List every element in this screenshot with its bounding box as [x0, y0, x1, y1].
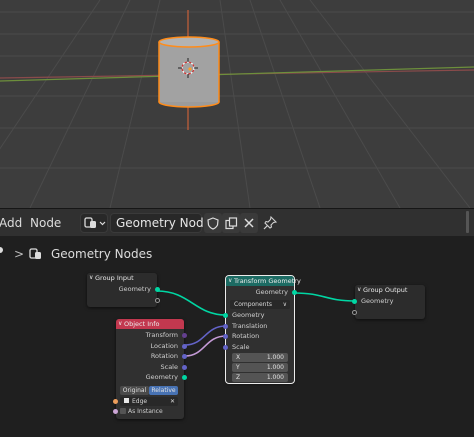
output-location: Location	[150, 341, 179, 350]
socket-rotation-output[interactable]	[182, 354, 187, 359]
header-scroll-edge	[466, 211, 469, 233]
collapse-chevron-icon[interactable]: ∨	[118, 319, 122, 329]
3d-viewport[interactable]	[0, 0, 474, 208]
socket-as-instance-input[interactable]	[113, 409, 118, 414]
input-geometry: Geometry	[361, 297, 394, 305]
collapse-chevron-icon[interactable]: ∨	[89, 273, 93, 283]
object-info-node[interactable]: ∨ Object Info Transform Location Rotatio…	[113, 319, 187, 419]
axis-value: 1.000	[266, 374, 284, 381]
output-geometry: Geometry	[145, 373, 178, 381]
collapse-chevron-icon[interactable]: ∨	[228, 276, 232, 286]
node-title-text: Transform Geometry	[234, 277, 301, 285]
output-geometry: Geometry	[255, 288, 288, 296]
scale-z-field[interactable]: Z 1.000	[232, 373, 288, 382]
node-title-text: Group Input	[95, 274, 134, 282]
socket-geometry-input[interactable]	[352, 299, 357, 304]
cylinder-object	[158, 36, 220, 108]
viewport-grid	[0, 0, 474, 208]
output-scale: Scale	[160, 362, 179, 371]
socket-geometry-output[interactable]	[182, 375, 187, 380]
node-editor-header: Add Node Geometry Nodes	[0, 208, 474, 236]
output-geometry: Geometry	[118, 285, 151, 293]
socket-scale-output[interactable]	[182, 364, 187, 370]
axis-value: 1.000	[266, 354, 284, 361]
viewport-scene	[0, 0, 474, 208]
link-rotation-rotation	[184, 335, 227, 357]
copy-icon	[224, 216, 237, 229]
axis-label: X	[236, 354, 241, 361]
node-menu[interactable]: Node	[30, 216, 61, 230]
output-transform: Transform	[145, 331, 178, 339]
editor-type-selector[interactable]	[80, 213, 108, 233]
add-menu[interactable]: Add	[0, 216, 22, 230]
link-group-input-geometry	[156, 290, 227, 316]
mode-original-button[interactable]: Original	[120, 386, 149, 395]
fake-user-button[interactable]	[204, 213, 222, 233]
link-location-translation	[184, 325, 227, 346]
input-translation: Translation	[232, 321, 268, 330]
axis-label: Y	[236, 364, 240, 371]
socket-location-output[interactable]	[182, 343, 187, 349]
collapse-chevron-icon[interactable]: ∨	[357, 285, 361, 295]
node-editor-icon	[84, 217, 106, 228]
socket-extend-input[interactable]	[352, 310, 357, 315]
socket-scale-input[interactable]	[223, 344, 228, 350]
socket-object-input[interactable]	[113, 399, 118, 404]
socket-transform-output[interactable]	[182, 333, 187, 338]
input-geometry: Geometry	[232, 311, 265, 319]
object-selector[interactable]: Edge ✕	[120, 397, 178, 406]
socket-geometry-input[interactable]	[223, 313, 228, 318]
link-transform-output	[293, 292, 356, 302]
unlink-button[interactable]	[240, 213, 258, 233]
axis-label: Z	[236, 374, 241, 381]
pin-icon	[263, 215, 278, 230]
socket-extend-output[interactable]	[155, 298, 160, 303]
object-value: Edge	[132, 398, 148, 405]
output-rotation: Rotation	[150, 352, 178, 360]
socket-geometry-output[interactable]	[292, 290, 297, 295]
input-scale: Scale	[232, 342, 250, 351]
clear-icon[interactable]: ✕	[170, 397, 175, 406]
as-instance-checkbox[interactable]	[120, 408, 126, 414]
group-input-node[interactable]: ∨ Group Input Geometry	[87, 273, 160, 307]
transform-geometry-node[interactable]: ∨ Transform Geometry Geometry Components…	[223, 275, 301, 384]
socket-geometry-output[interactable]	[155, 287, 160, 292]
scale-y-field[interactable]: Y 1.000	[232, 363, 288, 372]
node-title-text: Object Info	[124, 320, 160, 328]
shield-icon	[207, 216, 219, 230]
scale-x-field[interactable]: X 1.000	[232, 353, 288, 362]
mode-value: Components	[234, 301, 272, 308]
transform-geometry-title[interactable]: ∨ Transform Geometry	[226, 276, 301, 286]
axis-value: 1.000	[266, 364, 284, 371]
mode-relative-button[interactable]: Relative	[149, 386, 178, 395]
socket-translation-input[interactable]	[223, 323, 228, 329]
group-output-title[interactable]: ∨ Group Output	[355, 285, 425, 295]
object-info-title[interactable]: ∨ Object Info	[116, 319, 184, 329]
as-instance-label: As Instance	[128, 408, 163, 415]
chevron-down-icon: ∨	[282, 301, 287, 308]
mode-dropdown[interactable]: Components ∨	[230, 300, 290, 309]
duplicate-button[interactable]	[222, 213, 240, 233]
object-icon	[124, 398, 129, 403]
group-output-node[interactable]: ∨ Group Output Geometry	[352, 285, 425, 319]
as-instance-row[interactable]: As Instance	[120, 407, 163, 416]
node-title-text: Group Output	[363, 286, 408, 294]
group-input-title[interactable]: ∨ Group Input	[87, 273, 157, 283]
node-tree-name-field[interactable]: Geometry Nodes	[110, 213, 217, 233]
node-tree-name: Geometry Nodes	[116, 216, 218, 230]
y-axis-line	[0, 66, 474, 82]
node-editor-canvas[interactable]: > Geometry Nodes ∨ Group Input Geometry …	[0, 236, 474, 437]
pin-button[interactable]	[262, 215, 278, 231]
close-icon	[244, 218, 254, 228]
input-rotation: Rotation	[232, 332, 260, 340]
socket-rotation-input[interactable]	[223, 334, 228, 339]
